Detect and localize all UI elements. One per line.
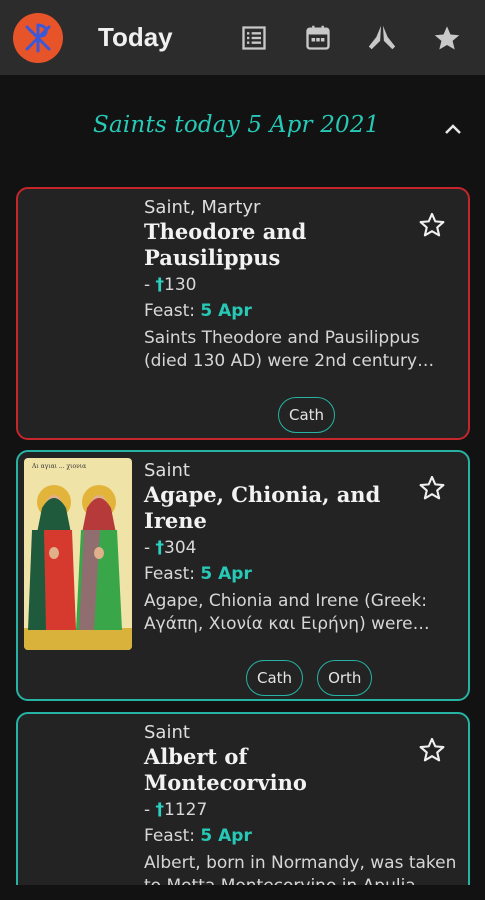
saint-dates: - †304 — [144, 538, 458, 558]
dates-prefix: - — [144, 275, 156, 295]
saint-feast: Feast: 5 Apr — [144, 826, 458, 846]
feast-date: 5 Apr — [200, 301, 252, 321]
chi-rho-logo-icon[interactable] — [13, 13, 63, 63]
feast-label: Feast: — [144, 564, 201, 584]
chip-cath[interactable]: Cath — [246, 660, 304, 696]
svg-text:Αι αγιαι ... χιονια: Αι αγιαι ... χιονια — [31, 463, 86, 470]
app-title: Today — [98, 22, 173, 52]
saint-icon-image: Αι αγιαι ... χιονια — [24, 458, 132, 650]
saint-category: Saint, Martyr — [144, 197, 261, 218]
saint-dates: - †130 — [144, 275, 458, 295]
calendar-icon[interactable] — [302, 22, 334, 54]
saint-feast: Feast: 5 Apr — [144, 564, 458, 584]
feast-date: 5 Apr — [200, 826, 252, 846]
praying-hands-icon[interactable] — [366, 22, 398, 54]
saint-description: Agape, Chionia and Irene (Greek: Αγάπη, … — [144, 591, 428, 634]
saint-name: Theodore and Pausilippus — [144, 219, 307, 270]
saint-card[interactable]: Saint, Martyr Theodore and Pausilippus -… — [16, 187, 470, 440]
death-year: 130 — [164, 275, 197, 295]
list-icon[interactable] — [238, 22, 270, 54]
section-title: Saints today 5 Apr 2021 — [93, 112, 380, 138]
tradition-chips: Cath — [278, 397, 336, 433]
chip-orth[interactable]: Orth — [317, 660, 373, 696]
favorite-star-icon[interactable] — [418, 736, 446, 764]
saint-category: Saint — [144, 722, 190, 743]
saint-description: Saints Theodore and Pausilippus (died 13… — [144, 328, 420, 371]
dates-prefix: - — [144, 800, 156, 820]
chip-cath[interactable]: Cath — [278, 397, 336, 433]
dates-prefix: - — [144, 538, 156, 558]
feast-date: 5 Apr — [200, 564, 252, 584]
tradition-chips: Cath Orth — [246, 660, 373, 696]
cross-icon: † — [155, 538, 165, 558]
saint-dates: - †1127 — [144, 800, 458, 820]
saint-category: Saint — [144, 460, 190, 481]
feast-label: Feast: — [144, 301, 201, 321]
saint-feast: Feast: 5 Apr — [144, 301, 458, 321]
death-year: 1127 — [164, 800, 208, 820]
app-bar: Today — [0, 0, 485, 75]
feast-label: Feast: — [144, 826, 201, 846]
favorite-star-icon[interactable] — [418, 211, 446, 239]
saint-card[interactable]: Αι αγιαι ... χιονια Saint Agape, Chionia… — [16, 450, 470, 701]
bottom-edge — [0, 885, 485, 900]
collapse-chevron-icon[interactable] — [440, 116, 466, 142]
star-icon[interactable] — [431, 22, 463, 54]
saint-name: Agape, Chionia, and Irene — [144, 482, 381, 533]
cross-icon: † — [155, 275, 165, 295]
death-year: 304 — [164, 538, 197, 558]
saint-name: Albert of Montecorvino — [144, 744, 307, 795]
cross-icon: † — [155, 800, 165, 820]
favorite-star-icon[interactable] — [418, 474, 446, 502]
saint-card[interactable]: Saint Albert of Montecorvino - †1127 Fea… — [16, 712, 470, 900]
